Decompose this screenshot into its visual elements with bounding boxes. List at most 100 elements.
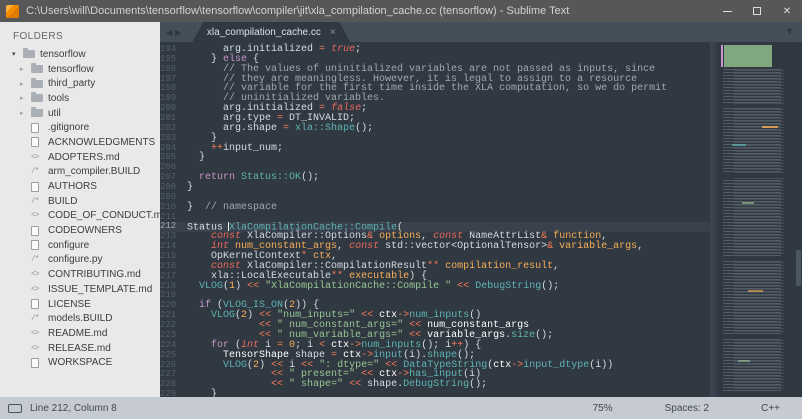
tree-item-label: CONTRIBUTING.md [48, 269, 141, 281]
minimize-button[interactable] [712, 0, 742, 22]
tree-item[interactable]: ACKNOWLEDGMENTS [0, 135, 160, 150]
status-bar: Line 212, Column 8 75% Spaces: 2 C++ [0, 397, 802, 419]
maximize-button[interactable] [742, 0, 772, 22]
tree-item-label: BUILD [48, 195, 78, 207]
code-line[interactable]: 218 VLOG(1) << "XlaCompilationCache::Com… [160, 281, 718, 292]
close-button[interactable]: ✕ [772, 0, 802, 22]
minimize-icon [722, 10, 732, 12]
tree-item[interactable]: CODEOWNERS [0, 223, 160, 238]
tree-item-label: ISSUE_TEMPLATE.md [48, 283, 153, 295]
tree-item[interactable]: /* arm_compiler.BUILD [0, 165, 160, 180]
line-content: } [187, 152, 206, 164]
code-editor[interactable]: 194 arg.initialized = true; 195 } else {1… [160, 42, 718, 397]
collapsed-arrow-icon[interactable]: ▸ [20, 80, 31, 88]
tree-item[interactable]: <> ADOPTERS.md [0, 150, 160, 165]
code-line[interactable]: 211 [160, 212, 718, 223]
code-icon: <> [31, 211, 40, 221]
code-line[interactable]: 210} // namespace [160, 201, 718, 213]
tab-overflow-icon[interactable]: ▼ [785, 26, 794, 36]
sublime-window: C:\Users\will\Documents\tensorflow\tenso… [0, 0, 802, 419]
file-icon [31, 181, 48, 192]
line-content: << " shape=" << shape.DebugString(); [271, 379, 488, 391]
tree-item[interactable]: ▾ tensorflow [0, 47, 160, 62]
folder-icon [31, 63, 48, 74]
code-line[interactable]: 207 return Status::OK(); [160, 172, 718, 184]
tree-item-label: tools [48, 92, 70, 104]
sidebar: FOLDERS ▾ tensorflow ▸ tensorflow ▸ third_par… [0, 22, 160, 397]
tree-item-label: CODEOWNERS [48, 225, 122, 237]
main-area: FOLDERS ▾ tensorflow ▸ tensorflow ▸ third_par… [0, 22, 802, 397]
tree-item[interactable]: <> RELEASE.md [0, 341, 160, 356]
tab-scroll-right-icon[interactable]: ▶ [175, 28, 181, 37]
build-icon: /* [31, 314, 40, 324]
status-panel-icon[interactable] [8, 403, 22, 413]
minimap[interactable] [710, 42, 802, 397]
tree-item[interactable]: <> ISSUE_TEMPLATE.md [0, 282, 160, 297]
tree-item-label: WORKSPACE [48, 357, 113, 369]
build-icon: /* [31, 167, 40, 177]
tree-item[interactable]: ▸ tools [0, 91, 160, 106]
tree-item[interactable]: /* configure.py [0, 253, 160, 268]
window-title: C:\Users\will\Documents\tensorflow\tenso… [26, 5, 570, 17]
collapsed-arrow-icon[interactable]: ▸ [20, 109, 31, 117]
tree-item-label: arm_compiler.BUILD [48, 166, 141, 178]
tree-item-label: third_party [48, 78, 96, 90]
tree-item[interactable]: .gitignore [0, 120, 160, 135]
tree-item[interactable]: <> README.md [0, 326, 160, 341]
vertical-scrollbar[interactable] [796, 250, 801, 286]
code-icon: <> [31, 328, 40, 338]
build-icon: /* [31, 196, 40, 206]
file-icon [31, 357, 48, 368]
tree-item-label: CODE_OF_CONDUCT.md [48, 210, 160, 222]
file-icon [31, 299, 48, 310]
code-line[interactable]: 208} [160, 182, 718, 194]
file-icon [31, 225, 48, 236]
minimap-lines-overlay [734, 70, 784, 391]
tree-item[interactable]: <> CONTRIBUTING.md [0, 267, 160, 282]
tree-item[interactable]: <> CODE_OF_CONDUCT.md [0, 209, 160, 224]
line-content: return Status::OK(); [199, 172, 320, 184]
minimap-license-block [721, 45, 772, 67]
collapsed-arrow-icon[interactable]: ▸ [20, 94, 31, 102]
tree-item-label: ADOPTERS.md [48, 151, 120, 163]
code-line[interactable]: 229 } [160, 389, 718, 397]
tree-item[interactable]: ▸ tensorflow [0, 62, 160, 77]
tree-item-label: configure [48, 239, 90, 251]
maximize-icon [753, 7, 761, 15]
tree-item[interactable]: WORKSPACE [0, 355, 160, 370]
indent-setting[interactable]: Spaces: 2 [665, 403, 709, 414]
tree-item[interactable]: ▸ third_party [0, 76, 160, 91]
tab-xla-compilation-cache[interactable]: xla_compilation_cache.cc × [192, 22, 350, 42]
tab-label: xla_compilation_cache.cc [206, 26, 321, 38]
tree-item-label: LICENSE [48, 298, 91, 310]
code-line[interactable]: 202 arg.shape = xla::Shape(); [160, 123, 718, 134]
tree-item-label: tensorflow [48, 63, 94, 75]
collapsed-arrow-icon[interactable]: ▸ [20, 65, 31, 73]
window-controls: ✕ [712, 0, 802, 22]
tab-close-icon[interactable]: × [330, 27, 336, 38]
code-line[interactable]: 204 ++input_num; [160, 143, 718, 154]
folders-header: FOLDERS [13, 31, 64, 42]
tab-scroll-left-icon[interactable]: ◀ [166, 28, 172, 37]
code-icon: <> [31, 270, 40, 280]
tree-item[interactable]: LICENSE [0, 297, 160, 312]
tree-item[interactable]: AUTHORS [0, 179, 160, 194]
cursor-position: Line 212, Column 8 [30, 402, 117, 414]
file-icon [31, 122, 48, 133]
tree-item[interactable]: /* models.BUILD [0, 311, 160, 326]
folder-icon [31, 77, 48, 88]
tree-item[interactable]: ▸ util [0, 106, 160, 121]
syntax-mode[interactable]: C++ [761, 403, 780, 414]
line-content: } // namespace [187, 201, 278, 213]
sublime-logo-icon [6, 4, 19, 18]
code-line[interactable]: 228 << " shape=" << shape.DebugString(); [160, 379, 718, 391]
tree-item-label: models.BUILD [48, 313, 113, 325]
scroll-percent[interactable]: 75% [593, 403, 613, 414]
line-content: } [187, 182, 194, 194]
tree-item[interactable]: /* BUILD [0, 194, 160, 209]
code-line[interactable]: 205 } [160, 153, 718, 163]
title-bar[interactable]: C:\Users\will\Documents\tensorflow\tenso… [0, 0, 802, 22]
expanded-arrow-icon[interactable]: ▾ [12, 50, 23, 58]
tree-item[interactable]: configure [0, 238, 160, 253]
code-icon: <> [31, 343, 40, 353]
